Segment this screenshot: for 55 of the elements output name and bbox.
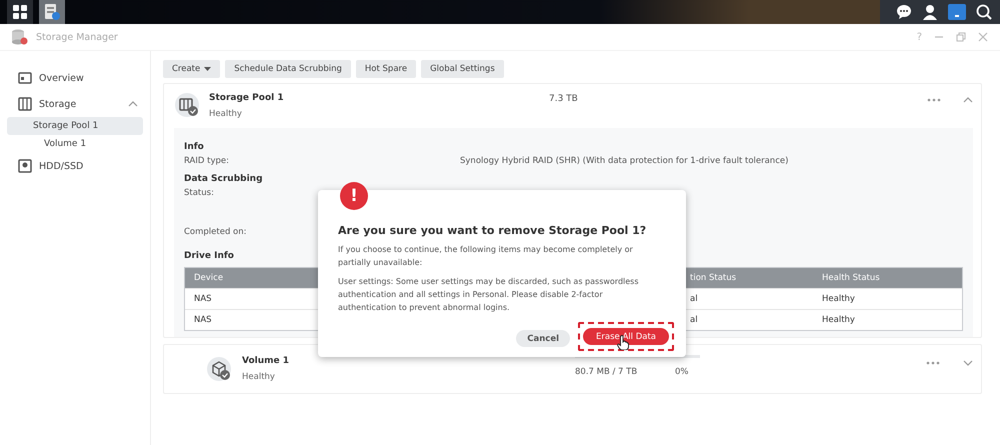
warning-badge: ! [340, 182, 368, 210]
widget-icon[interactable] [948, 4, 966, 20]
storage-pool-icon [175, 92, 199, 116]
field-label: Completed on: [184, 227, 247, 239]
toolbar-button[interactable]: Create [163, 60, 220, 78]
volume-icon [207, 357, 231, 381]
dialog-text: If you choose to continue, the following items may become completely or partially unavailable: [338, 244, 634, 269]
collapse-icon[interactable] [128, 101, 138, 107]
close-icon[interactable] [978, 32, 988, 42]
toolbar-button[interactable]: Hot Spare [356, 60, 416, 78]
field-label: Status: [184, 188, 214, 200]
table-cell: al [690, 294, 698, 304]
sidebar-item[interactable]: HDD/SSD [0, 153, 150, 179]
dialog-text: User settings: Some user settings may be discarded, such as passwordless authentication and all settings in Personal. Please disable 2-factor authentication to prevent abnormal logins. [338, 276, 640, 314]
user-icon[interactable] [922, 4, 938, 20]
expand-icon[interactable] [963, 360, 973, 366]
pool-name: Storage Pool 1 [209, 93, 284, 103]
toolbar-button[interactable]: Schedule Data Scrubbing [225, 60, 351, 78]
sidebar-item[interactable]: Volume 1 [7, 135, 143, 153]
search-icon[interactable] [976, 4, 992, 20]
collapse-icon[interactable] [963, 97, 973, 103]
field-value: Synology Hybrid RAID (SHR) (With data protection for 1-drive fault tolerance) [460, 156, 788, 168]
sidebar-item[interactable]: Storage [0, 91, 150, 117]
sidebar-item[interactable]: Storage Pool 1 [7, 117, 143, 135]
more-icon[interactable] [926, 361, 940, 365]
more-icon[interactable] [927, 98, 941, 102]
volume-name: Volume 1 [242, 356, 290, 366]
overview-icon [18, 71, 32, 85]
table-cell: Healthy [822, 294, 855, 304]
table-cell: NAS [194, 294, 212, 304]
section-title: Info [184, 142, 204, 154]
window-title: Storage Manager [36, 32, 118, 42]
section-title: Drive Info [184, 251, 234, 263]
storage-icon [18, 97, 32, 111]
volume-status: Healthy [242, 372, 275, 382]
sidebar-item[interactable]: Overview [0, 65, 150, 91]
toolbar-button[interactable]: Global Settings [421, 60, 504, 78]
table-cell: al [690, 315, 698, 325]
pool-status: Healthy [209, 109, 242, 119]
usage-percent: 0% [675, 366, 688, 376]
storage-app-icon[interactable] [44, 3, 60, 21]
pool-size: 7.3 TB [549, 94, 579, 104]
erase-button[interactable]: Erase All Data [583, 328, 669, 345]
table-cell: NAS [194, 315, 212, 325]
chat-icon[interactable] [896, 4, 912, 20]
table-cell: Healthy [822, 315, 855, 325]
section-title: Data Scrubbing [184, 174, 263, 186]
dialog-title: Are you sure you want to remove Storage Pool 1? [338, 224, 646, 237]
restore-icon[interactable] [956, 32, 966, 42]
cancel-button[interactable]: Cancel [516, 330, 570, 347]
field-label: RAID type: [184, 156, 230, 168]
drive-icon [18, 159, 32, 173]
usage-text: 80.7 MB / 7 TB [575, 366, 638, 376]
storage-app-icon [10, 28, 28, 46]
apps-icon[interactable] [13, 5, 27, 19]
